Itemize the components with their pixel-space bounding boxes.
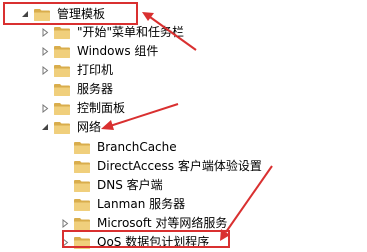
tree-item-label: BranchCache [97,140,177,154]
tree-item-label: 打印机 [77,63,114,77]
tree-item-windows-components[interactable]: Windows 组件 [40,41,158,61]
collapsed-arrow-icon[interactable] [40,22,50,42]
folder-icon [54,102,70,115]
tree-item-network[interactable]: 网络 [40,117,101,137]
folder-icon [74,217,90,230]
folder-icon [54,64,70,77]
tree-item-printers[interactable]: 打印机 [40,60,113,80]
tree-item-start-menu-taskbar[interactable]: "开始"菜单和任务栏 [40,22,184,42]
annotation-highlight-box [62,230,230,248]
folder-icon [54,83,70,96]
tree-item-label: DirectAccess 客户端体验设置 [97,159,262,173]
tree-item-server[interactable]: 服务器 [40,79,113,99]
tree-item-label: Lanman 服务器 [97,197,186,211]
tree-item-directaccess[interactable]: DirectAccess 客户端体验设置 [60,156,262,176]
annotation-highlight-box [3,2,138,25]
folder-icon [74,179,90,192]
tree-item-label: 服务器 [77,82,114,96]
tree-item-control-panel[interactable]: 控制面板 [40,98,125,118]
collapsed-arrow-icon[interactable] [40,41,50,61]
no-expander [60,137,70,157]
no-expander [60,194,70,214]
tree-item-branchcache[interactable]: BranchCache [60,137,177,157]
no-expander [40,79,50,99]
folder-icon [54,26,70,39]
folder-icon [74,198,90,211]
tree-item-label: 控制面板 [77,101,126,115]
tree-item-label: "开始"菜单和任务栏 [77,25,185,39]
folder-icon [74,160,90,173]
tree-item-dns-client[interactable]: DNS 客户端 [60,175,163,195]
tree-item-label: Windows 组件 [77,44,159,58]
folder-icon [74,141,90,154]
collapsed-arrow-icon[interactable] [40,60,50,80]
policy-tree: 管理模板 "开始"菜单和任务栏 Windows 组件 打印机 服务器 控制面板 … [0,0,367,249]
folder-icon [54,45,70,58]
no-expander [60,156,70,176]
expanded-arrow-icon[interactable] [40,117,50,137]
no-expander [60,175,70,195]
tree-item-label: DNS 客户端 [97,178,163,192]
collapsed-arrow-icon[interactable] [40,98,50,118]
tree-item-lanman-server[interactable]: Lanman 服务器 [60,194,185,214]
tree-item-label: 网络 [77,120,102,134]
folder-icon [54,121,70,134]
